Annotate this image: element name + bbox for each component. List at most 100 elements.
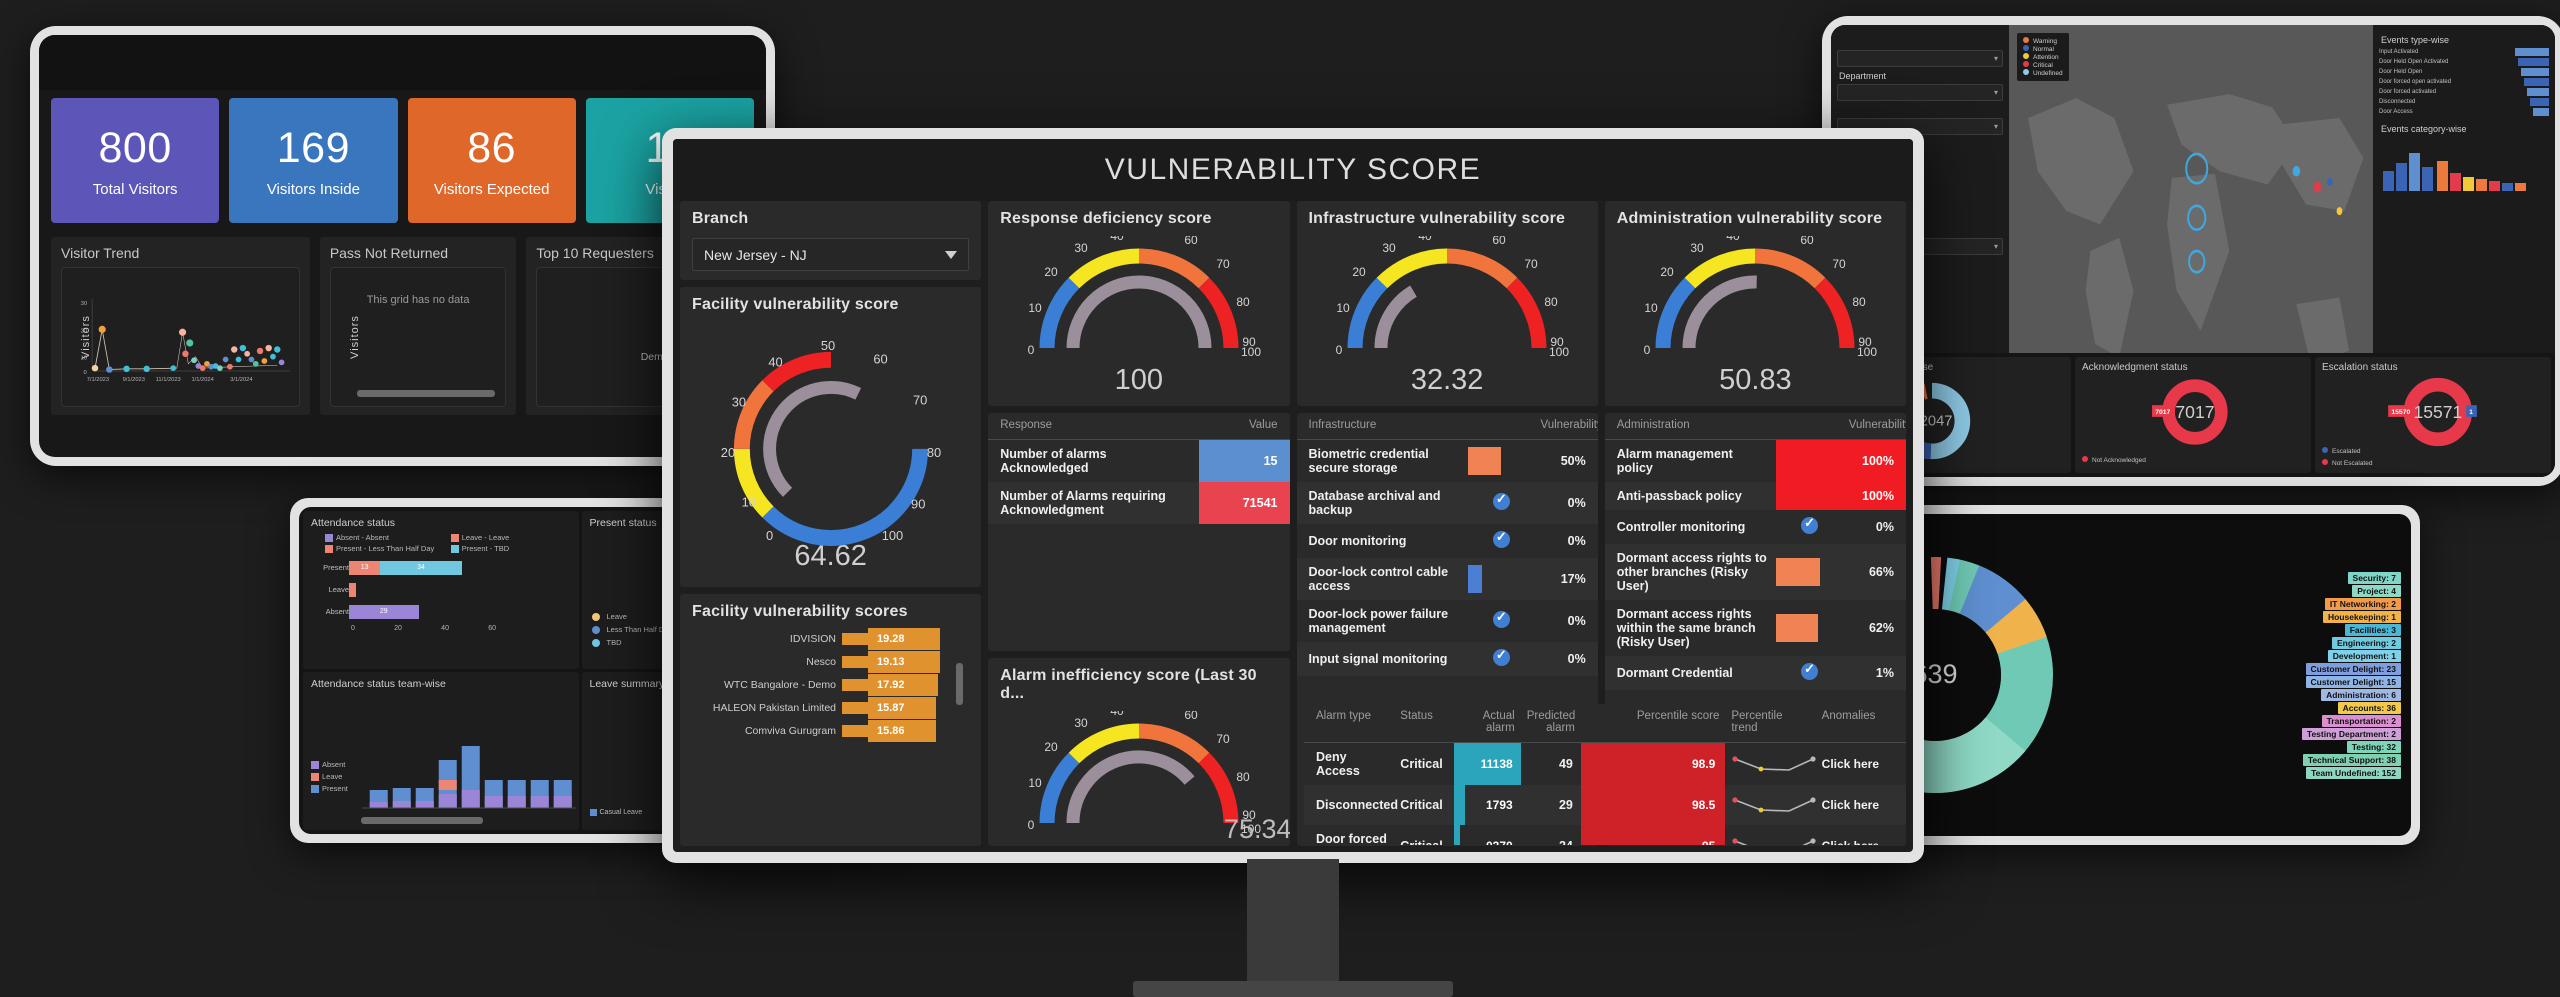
bar-category-label: Absent	[325, 607, 349, 616]
response-gauge-svg: 0 10 20 30 40 50 60 70 80	[1028, 236, 1262, 359]
anomalies-cell[interactable]: Click here	[1815, 785, 1906, 825]
facility-name: WTC Bangalore - Demo	[723, 678, 836, 691]
facility-gauge-title: Facility vulnerability score	[692, 296, 899, 313]
table-row[interactable]: Door-lock control cable access 17%	[1296, 558, 1598, 600]
response-value: 15	[1199, 439, 1290, 482]
table-row[interactable]: Door-lock power failure management 0%	[1297, 600, 1598, 642]
table-row[interactable]: Database archival and backup 0%	[1296, 482, 1598, 524]
donut-label: Transportation: 2	[2321, 714, 2401, 727]
administration-gauge: 0 10 20 30 40 50 60 70 80	[1617, 236, 1894, 364]
check-cell	[1468, 642, 1535, 676]
svg-text:60: 60	[1184, 236, 1198, 247]
click-here-link[interactable]: Click here	[1822, 757, 1879, 771]
check-circle-icon	[1801, 661, 1819, 680]
sparkline-icon	[1732, 838, 1816, 845]
branch-select[interactable]: New Jersey - NJ	[692, 238, 970, 271]
facility-name: Nesco	[806, 655, 836, 668]
table-row[interactable]: Dormant access rights to other branches …	[1604, 544, 1906, 600]
axis-tick: 0	[351, 625, 355, 632]
vuln-label: Controller monitoring	[1616, 520, 1746, 534]
alarm-col-type: Alarm type	[1304, 704, 1395, 743]
legend-item: Less Than Half Day	[591, 625, 672, 634]
pass-not-returned-ylabel: Visitors	[348, 315, 361, 359]
alarm-status: Critical	[1394, 785, 1455, 825]
donut-label: Administration: 6	[2321, 688, 2401, 701]
filter-select-2[interactable]: ▾	[1837, 84, 2003, 101]
kpi-row: 800 Total Visitors 169 Visitors Inside 86 Vis…	[39, 90, 766, 233]
vuln-percent: 0%	[1875, 520, 1894, 534]
table-row[interactable]: Dormant access rights within the same br…	[1605, 600, 1906, 656]
pass-not-returned-empty: This grid has no data	[366, 294, 470, 306]
table-row[interactable]: Input signal monitoring 0%	[1296, 642, 1598, 676]
table-row[interactable]: Number of Alarms requiring Acknowledgmen…	[988, 482, 1290, 524]
events-type-label: Door Held Open Activated	[2379, 59, 2449, 65]
admin-col-vulnerability: Vulnerability	[1842, 413, 1906, 440]
chevron-down-icon	[945, 250, 958, 259]
table-row[interactable]: Deny Access Critical 11138 49 98.9 Click here	[1304, 742, 1906, 786]
table-row[interactable]: Door monitoring 0%	[1297, 524, 1598, 558]
acknowledgment-donut: 7017 7017	[2152, 379, 2228, 445]
bar-segment: 13	[349, 560, 381, 575]
anomalies-cell[interactable]: Click here	[1816, 743, 1906, 786]
table-row[interactable]: Door forced open Critical03702495 Click he…	[1304, 825, 1906, 845]
facility-score-row: Nesco 19.13	[692, 650, 969, 673]
filter-select-1[interactable]: ▾	[1837, 50, 2003, 67]
legend-item: Warning	[2023, 37, 2063, 45]
anomalies-cell[interactable]: Click here	[1816, 825, 1906, 845]
svg-text:0: 0	[1644, 343, 1651, 357]
svg-text:0: 0	[1028, 343, 1035, 357]
predicted-alarm-value: 49	[1558, 757, 1573, 771]
table-header-row: Alarm type Status Actual alarm Predicted…	[1304, 704, 1906, 743]
table-row[interactable]: Alarm management policy 100%	[1605, 439, 1906, 482]
kpi-card[interactable]: 800 Total Visitors	[51, 98, 220, 223]
response-table-card: Response Value Number of alarms Acknowle…	[988, 413, 1290, 651]
table-row[interactable]: Disconnected Critical 1793 29 98.5 Click here	[1304, 785, 1906, 825]
facility-scores-scrollbar[interactable]	[956, 663, 964, 705]
horizontal-scrollbar[interactable]	[356, 390, 496, 397]
filter-label-3	[1839, 105, 2003, 115]
table-row[interactable]: Anti-passback policy 100%	[1604, 482, 1906, 510]
donut-label: Housekeeping: 1	[2322, 610, 2401, 623]
vuln-percent: 50%	[1560, 454, 1586, 468]
svg-text:30: 30	[1074, 241, 1088, 255]
table-row[interactable]: Dormant Credential 1%	[1604, 656, 1906, 690]
response-table: Response Value Number of alarms Acknowle…	[988, 413, 1290, 524]
svg-text:90: 90	[911, 496, 925, 511]
svg-text:100: 100	[1857, 345, 1877, 359]
acknowledgment-status-card: Acknowledgment status 7017 7017 Not Ackn…	[2075, 357, 2311, 473]
svg-text:100: 100	[1241, 345, 1261, 359]
facility-score-row: IDVISION 19.28	[692, 627, 969, 650]
axis-tick: 20	[394, 625, 402, 632]
administration-gauge-title: Administration vulnerability score	[1616, 210, 1883, 227]
facility-name: HALEON Pakistan Limited	[712, 701, 836, 714]
teamwise-scrollbar[interactable]	[361, 817, 483, 824]
legend-item: Present - TBD	[450, 544, 571, 553]
bar-category-label: Leave	[328, 585, 349, 594]
svg-text:10: 10	[1028, 776, 1042, 790]
response-deficiency-gauge-card: Response deficiency score 0 10 20 30 40 …	[988, 201, 1290, 406]
table-row[interactable]: Biometric credential secure storage 50%	[1297, 440, 1598, 483]
chevron-down-icon: ▾	[1993, 122, 1998, 131]
attendance-teamwise-title: Attendance status team-wise	[311, 678, 446, 690]
donut-label: Facilities: 3	[2344, 623, 2401, 636]
alarm-status: Critical	[1400, 757, 1443, 771]
kpi-value: 800	[98, 123, 172, 172]
svg-text:9/1/2023: 9/1/2023	[123, 377, 145, 383]
table-row[interactable]: Controller monitoring 0%	[1605, 510, 1906, 544]
desktop-scene: 800 Total Visitors 169 Visitors Inside 86 Vis…	[0, 0, 2560, 997]
vuln-label: Dormant access rights to other branches …	[1604, 544, 1777, 600]
click-here-link[interactable]: Click here	[1822, 839, 1879, 845]
facility-score-row: Comviva Gurugram 15.86	[692, 719, 969, 742]
table-row[interactable]: Number of alarms Acknowledged 15	[988, 439, 1290, 482]
legend-item: Present	[311, 784, 348, 793]
click-here-link[interactable]: Click here	[1822, 798, 1879, 812]
events-type-bar	[2515, 48, 2549, 56]
events-category-chart	[2383, 153, 2526, 191]
svg-text:80: 80	[1544, 295, 1558, 309]
kpi-card[interactable]: 86 Visitors Expected	[407, 98, 576, 223]
response-gauge-title: Response deficiency score	[1000, 210, 1212, 227]
attendance-xticks: 0 20 40 60	[351, 625, 496, 632]
kpi-card[interactable]: 169 Visitors Inside	[229, 98, 398, 223]
map-legend: Warning Normal Attention Critical Undefined	[2017, 33, 2069, 81]
attendance-teamwise-chart	[361, 746, 576, 809]
